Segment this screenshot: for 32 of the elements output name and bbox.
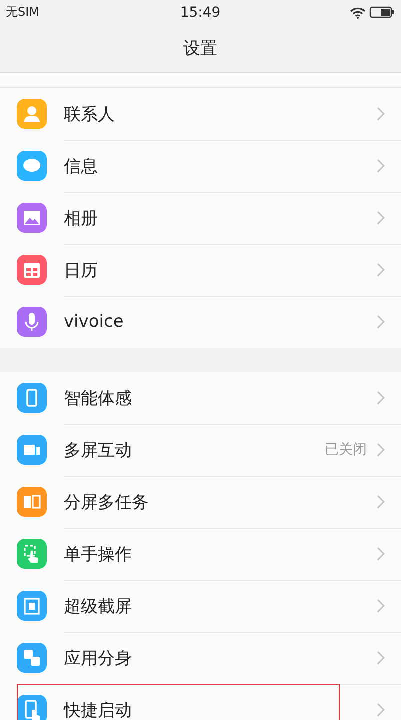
chevron-icon — [377, 443, 385, 457]
chevron-icon — [377, 651, 385, 665]
chevron-icon — [377, 599, 385, 613]
microphone-icon — [17, 307, 47, 337]
status-text: 已关闭 — [325, 441, 367, 459]
page-title: 设置 — [184, 38, 218, 60]
chevron-icon — [377, 263, 385, 277]
phone-icon — [17, 383, 47, 413]
chat-bubble-icon — [17, 151, 47, 181]
chevron-icon — [377, 495, 385, 509]
chevron-icon — [377, 211, 385, 225]
chevron-icon — [377, 315, 385, 329]
carrier-text: 无SIM — [6, 4, 40, 21]
settings-item[interactable]: 智能体感 — [0, 372, 401, 424]
screenshot-icon — [17, 591, 47, 621]
chevron-icon — [377, 391, 385, 405]
chevron-icon — [377, 107, 385, 121]
image-icon — [17, 203, 47, 233]
calendar-icon — [17, 255, 47, 285]
battery-icon — [369, 6, 395, 19]
hand-tap-icon — [17, 539, 47, 569]
chevron-icon — [377, 703, 385, 717]
person-icon — [17, 99, 47, 129]
wifi-icon — [350, 6, 366, 18]
squares-icon — [17, 643, 47, 673]
settings-item[interactable]: 联系人 — [0, 88, 401, 140]
clock-text: 15:49 — [179, 4, 222, 20]
chevron-icon — [377, 159, 385, 173]
chevron-icon — [377, 547, 385, 561]
screen-icon — [17, 435, 47, 465]
phone-hand-icon — [17, 695, 47, 720]
split-screen-icon — [17, 487, 47, 517]
